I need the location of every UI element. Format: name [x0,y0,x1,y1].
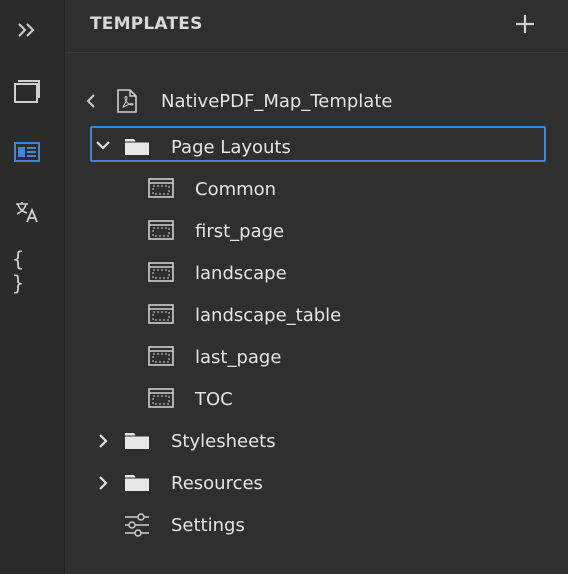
tree-item-page-layout[interactable]: landscape [195,255,287,291]
translate-icon[interactable] [12,197,42,227]
tree-item-resources[interactable]: Resources [171,465,263,501]
page-layout-label: Common [195,178,277,200]
folder-icon [123,429,151,451]
stylesheets-label: Stylesheets [171,430,276,452]
panel-title: TEMPLATES [90,14,203,34]
tree-item-stylesheets[interactable]: Stylesheets [171,423,276,459]
chevron-right-icon[interactable] [96,474,110,492]
tree-item-page-layout[interactable]: Common [195,171,276,207]
tree-item-page-layout[interactable]: landscape_table [195,297,341,333]
panel-header: TEMPLATES [65,0,568,53]
tree-item-page-layouts[interactable]: Page Layouts [171,129,291,165]
resources-label: Resources [171,472,263,494]
page-layout-icon [147,345,175,367]
page-layout-icon [147,261,175,283]
left-icon-rail: { } [0,0,65,574]
template-root[interactable]: NativePDF_Map_Template [161,83,392,119]
chevron-down-icon[interactable] [94,137,112,153]
braces-icon[interactable]: { } [12,247,42,295]
tree-item-page-layout[interactable]: TOC [195,381,233,417]
template-layout-icon[interactable] [12,137,42,167]
page-layouts-label: Page Layouts [171,136,291,158]
page-layout-icon [147,303,175,325]
page-layout-label: TOC [195,388,233,410]
folder-icon [123,471,151,493]
page-layout-icon [147,219,175,241]
page-layout-label: landscape_table [195,304,342,326]
pdf-file-icon [116,88,138,114]
folder-icon [123,135,151,157]
tree-item-page-layout[interactable]: last_page [195,339,281,375]
settings-label: Settings [171,514,245,536]
chevron-right-icon[interactable] [96,432,110,450]
selected-item-outline [90,126,546,162]
add-template-button[interactable] [513,12,537,36]
back-chevron-icon[interactable] [83,91,99,111]
plus-icon [516,15,534,33]
tree-item-page-layout[interactable]: first_page [195,213,284,249]
page-layout-label: landscape [195,262,287,284]
page-layout-label: last_page [195,346,282,368]
expand-chevrons-icon[interactable] [12,15,42,45]
page-layout-label: first_page [195,220,285,242]
page-layout-icon [147,387,175,409]
tree-item-settings[interactable]: Settings [171,507,245,543]
window-icon[interactable] [12,77,42,107]
template-root-label: NativePDF_Map_Template [161,90,393,112]
sliders-icon [123,512,151,538]
page-layout-icon [147,177,175,199]
